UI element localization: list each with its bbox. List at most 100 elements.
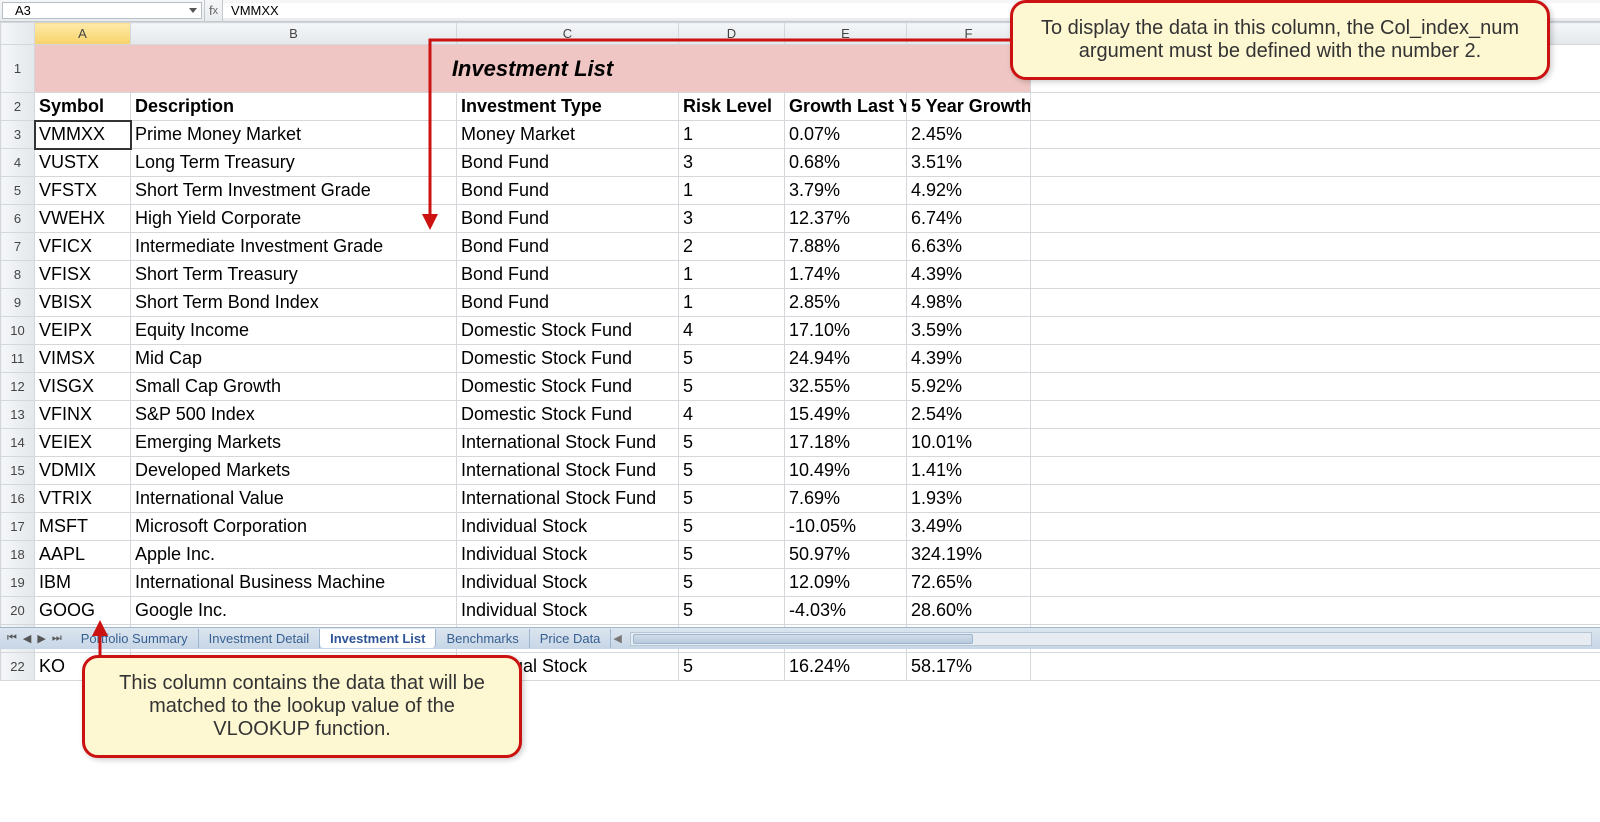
cell[interactable]: 3 xyxy=(679,149,785,177)
row-header-18[interactable]: 18 xyxy=(1,541,35,569)
row-header-17[interactable]: 17 xyxy=(1,513,35,541)
chevron-down-icon[interactable] xyxy=(189,8,197,13)
cell[interactable]: Equity Income xyxy=(131,317,457,345)
cell[interactable]: VUSTX xyxy=(35,149,131,177)
cell[interactable]: 15.49% xyxy=(785,401,907,429)
row-header-16[interactable]: 16 xyxy=(1,485,35,513)
name-box[interactable]: A3 xyxy=(2,2,202,19)
cell[interactable]: Short Term Investment Grade xyxy=(131,177,457,205)
cell[interactable]: 17.18% xyxy=(785,429,907,457)
row-header-6[interactable]: 6 xyxy=(1,205,35,233)
cell[interactable]: Small Cap Growth xyxy=(131,373,457,401)
row-header-12[interactable]: 12 xyxy=(1,373,35,401)
row-header-2[interactable]: 2 xyxy=(1,93,35,121)
cell[interactable]: VFISX xyxy=(35,261,131,289)
cell[interactable]: 5 xyxy=(679,429,785,457)
cell[interactable]: 4 xyxy=(679,401,785,429)
cell[interactable]: GOOG xyxy=(35,597,131,625)
col-header-C[interactable]: C xyxy=(457,23,679,45)
cell[interactable]: 3.59% xyxy=(907,317,1031,345)
cell[interactable]: 1.93% xyxy=(907,485,1031,513)
cell[interactable]: Apple Inc. xyxy=(131,541,457,569)
cell[interactable]: Intermediate Investment Grade xyxy=(131,233,457,261)
cell[interactable]: 50.97% xyxy=(785,541,907,569)
tab-nav-buttons[interactable]: ⏮ ◀ ▶ ⏭ xyxy=(4,632,65,645)
column-header[interactable]: Description xyxy=(131,93,457,121)
row-header-10[interactable]: 10 xyxy=(1,317,35,345)
cell[interactable]: VFINX xyxy=(35,401,131,429)
cell[interactable]: 12.37% xyxy=(785,205,907,233)
cell[interactable]: Prime Money Market xyxy=(131,121,457,149)
cell[interactable]: 3.51% xyxy=(907,149,1031,177)
cell[interactable]: 10.01% xyxy=(907,429,1031,457)
cell[interactable]: Domestic Stock Fund xyxy=(457,345,679,373)
cell[interactable]: Bond Fund xyxy=(457,177,679,205)
fx-icon[interactable]: fx xyxy=(205,0,223,21)
cell[interactable]: 24.94% xyxy=(785,345,907,373)
row-header-14[interactable]: 14 xyxy=(1,429,35,457)
cell[interactable]: Bond Fund xyxy=(457,149,679,177)
cell[interactable]: Individual Stock xyxy=(457,597,679,625)
cell[interactable]: VBISX xyxy=(35,289,131,317)
cell[interactable]: Microsoft Corporation xyxy=(131,513,457,541)
cell[interactable]: 5 xyxy=(679,345,785,373)
tab-prev-icon[interactable]: ◀ xyxy=(23,632,31,645)
col-header-E[interactable]: E xyxy=(785,23,907,45)
cell[interactable]: Domestic Stock Fund xyxy=(457,317,679,345)
cell[interactable]: VISGX xyxy=(35,373,131,401)
spreadsheet-grid[interactable]: ABCDEF 1Investment List2SymbolDescriptio… xyxy=(0,22,1600,681)
cell[interactable]: VMMXX xyxy=(35,121,131,149)
cell[interactable]: 6.63% xyxy=(907,233,1031,261)
cell[interactable]: VFSTX xyxy=(35,177,131,205)
cell[interactable]: Developed Markets xyxy=(131,457,457,485)
cell[interactable]: Short Term Treasury xyxy=(131,261,457,289)
cell[interactable]: 10.49% xyxy=(785,457,907,485)
cell[interactable]: 2 xyxy=(679,233,785,261)
cell[interactable]: VFICX xyxy=(35,233,131,261)
row-header-4[interactable]: 4 xyxy=(1,149,35,177)
cell[interactable]: 1.74% xyxy=(785,261,907,289)
select-all-corner[interactable] xyxy=(1,23,35,45)
sheet-title[interactable]: Investment List xyxy=(35,45,1031,93)
sheet-tab[interactable]: Investment List xyxy=(320,629,436,648)
cell[interactable]: AAPL xyxy=(35,541,131,569)
row-header-3[interactable]: 3 xyxy=(1,121,35,149)
cell[interactable]: 7.69% xyxy=(785,485,907,513)
cell[interactable]: 2.45% xyxy=(907,121,1031,149)
column-header[interactable]: Risk Level xyxy=(679,93,785,121)
cell[interactable]: Short Term Bond Index xyxy=(131,289,457,317)
column-header[interactable]: Investment Type xyxy=(457,93,679,121)
column-header[interactable]: Symbol xyxy=(35,93,131,121)
cell[interactable]: 4 xyxy=(679,317,785,345)
cell[interactable]: Bond Fund xyxy=(457,289,679,317)
row-header-7[interactable]: 7 xyxy=(1,233,35,261)
cell[interactable]: 4.92% xyxy=(907,177,1031,205)
cell[interactable]: 7.88% xyxy=(785,233,907,261)
cell[interactable]: 2.54% xyxy=(907,401,1031,429)
cell[interactable]: 5 xyxy=(679,373,785,401)
row-header-20[interactable]: 20 xyxy=(1,597,35,625)
cell[interactable]: 5 xyxy=(679,569,785,597)
cell[interactable]: Money Market xyxy=(457,121,679,149)
cell[interactable]: 16.24% xyxy=(785,653,907,681)
cell[interactable]: High Yield Corporate xyxy=(131,205,457,233)
cell[interactable]: 5 xyxy=(679,653,785,681)
cell[interactable]: 4.98% xyxy=(907,289,1031,317)
row-header-19[interactable]: 19 xyxy=(1,569,35,597)
cell[interactable]: Bond Fund xyxy=(457,205,679,233)
cell[interactable]: Long Term Treasury xyxy=(131,149,457,177)
cell[interactable]: Domestic Stock Fund xyxy=(457,401,679,429)
horizontal-scrollbar[interactable] xyxy=(630,632,1592,646)
cell[interactable]: 1 xyxy=(679,261,785,289)
cell[interactable]: 5 xyxy=(679,457,785,485)
row-header-5[interactable]: 5 xyxy=(1,177,35,205)
cell[interactable]: S&P 500 Index xyxy=(131,401,457,429)
cell[interactable]: 1 xyxy=(679,177,785,205)
col-header-D[interactable]: D xyxy=(679,23,785,45)
cell[interactable]: Emerging Markets xyxy=(131,429,457,457)
cell[interactable]: IBM xyxy=(35,569,131,597)
column-header[interactable]: Growth Last Year xyxy=(785,93,907,121)
cell[interactable]: Mid Cap xyxy=(131,345,457,373)
scrollbar-thumb[interactable] xyxy=(633,634,973,644)
cell[interactable]: International Stock Fund xyxy=(457,457,679,485)
